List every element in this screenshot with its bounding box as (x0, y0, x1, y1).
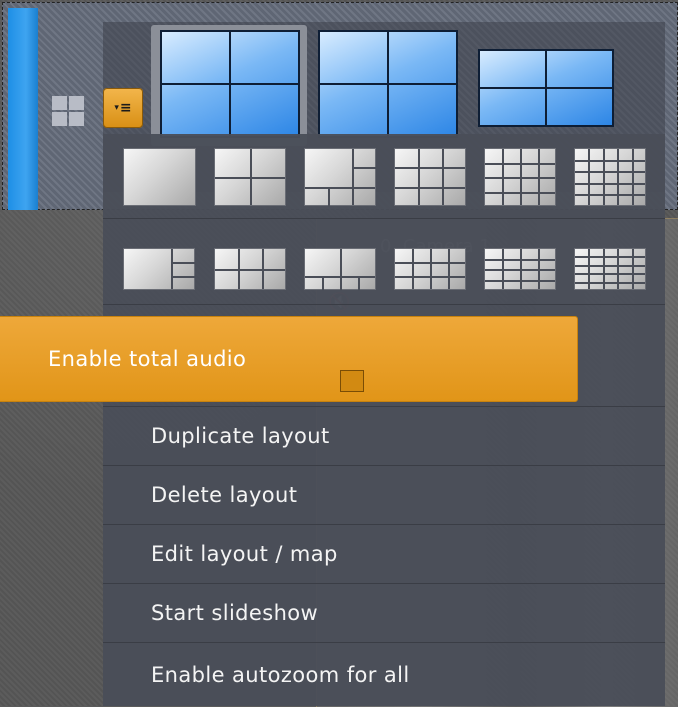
menu-item-edit-layout-map[interactable]: Edit layout / map (103, 524, 665, 583)
divider (103, 218, 665, 219)
menu-item-label: Start slideshow (151, 601, 319, 625)
layout-option-2x2[interactable] (214, 148, 286, 206)
layout-option-2+3[interactable] (123, 248, 196, 290)
menu-item-delete-layout[interactable]: Delete layout (103, 465, 665, 524)
zoom-icon (340, 370, 364, 392)
layout-option-4x4-wide[interactable] (484, 248, 556, 290)
layout-grid-icon[interactable] (52, 96, 84, 126)
layout-option-1+12[interactable] (394, 248, 466, 290)
layout-option-4x4[interactable] (484, 148, 556, 206)
layout-menu-toggle-button[interactable]: ▾ ≡ (103, 88, 143, 128)
menu-item-enable-total-audio[interactable]: Enable total audio (0, 316, 578, 402)
menu-item-start-slideshow[interactable]: Start slideshow (103, 583, 665, 642)
menu-item-duplicate-layout[interactable]: Duplicate layout (103, 406, 665, 465)
layout-option-3x3-wide[interactable] (214, 248, 286, 290)
layout-option-1+7[interactable] (304, 248, 376, 291)
menu-item-label: Enable autozoom for all (151, 662, 410, 687)
active-tab-indicator (8, 8, 38, 210)
layout-thumbnail-1[interactable] (160, 30, 300, 138)
layout-option-5x5[interactable] (574, 148, 646, 206)
list-icon: ≡ (119, 100, 132, 116)
menu-item-label: Duplicate layout (151, 424, 330, 448)
menu-item-label: Edit layout / map (151, 542, 338, 566)
divider (103, 304, 665, 305)
menu-item-enable-autozoom[interactable]: Enable autozoom for all (103, 642, 665, 706)
layout-option-1+5[interactable] (304, 148, 377, 207)
layout-option-1x1[interactable] (123, 148, 196, 206)
layout-option-5x5-wide[interactable] (574, 248, 646, 290)
layout-thumbnail-3[interactable] (478, 49, 614, 127)
layout-option-3x3[interactable] (394, 148, 466, 206)
layout-thumbnail-2[interactable] (318, 30, 458, 138)
menu-item-label: Enable total audio (48, 347, 247, 371)
chevron-down-icon: ▾ (114, 103, 119, 113)
menu-item-label: Delete layout (151, 483, 298, 507)
